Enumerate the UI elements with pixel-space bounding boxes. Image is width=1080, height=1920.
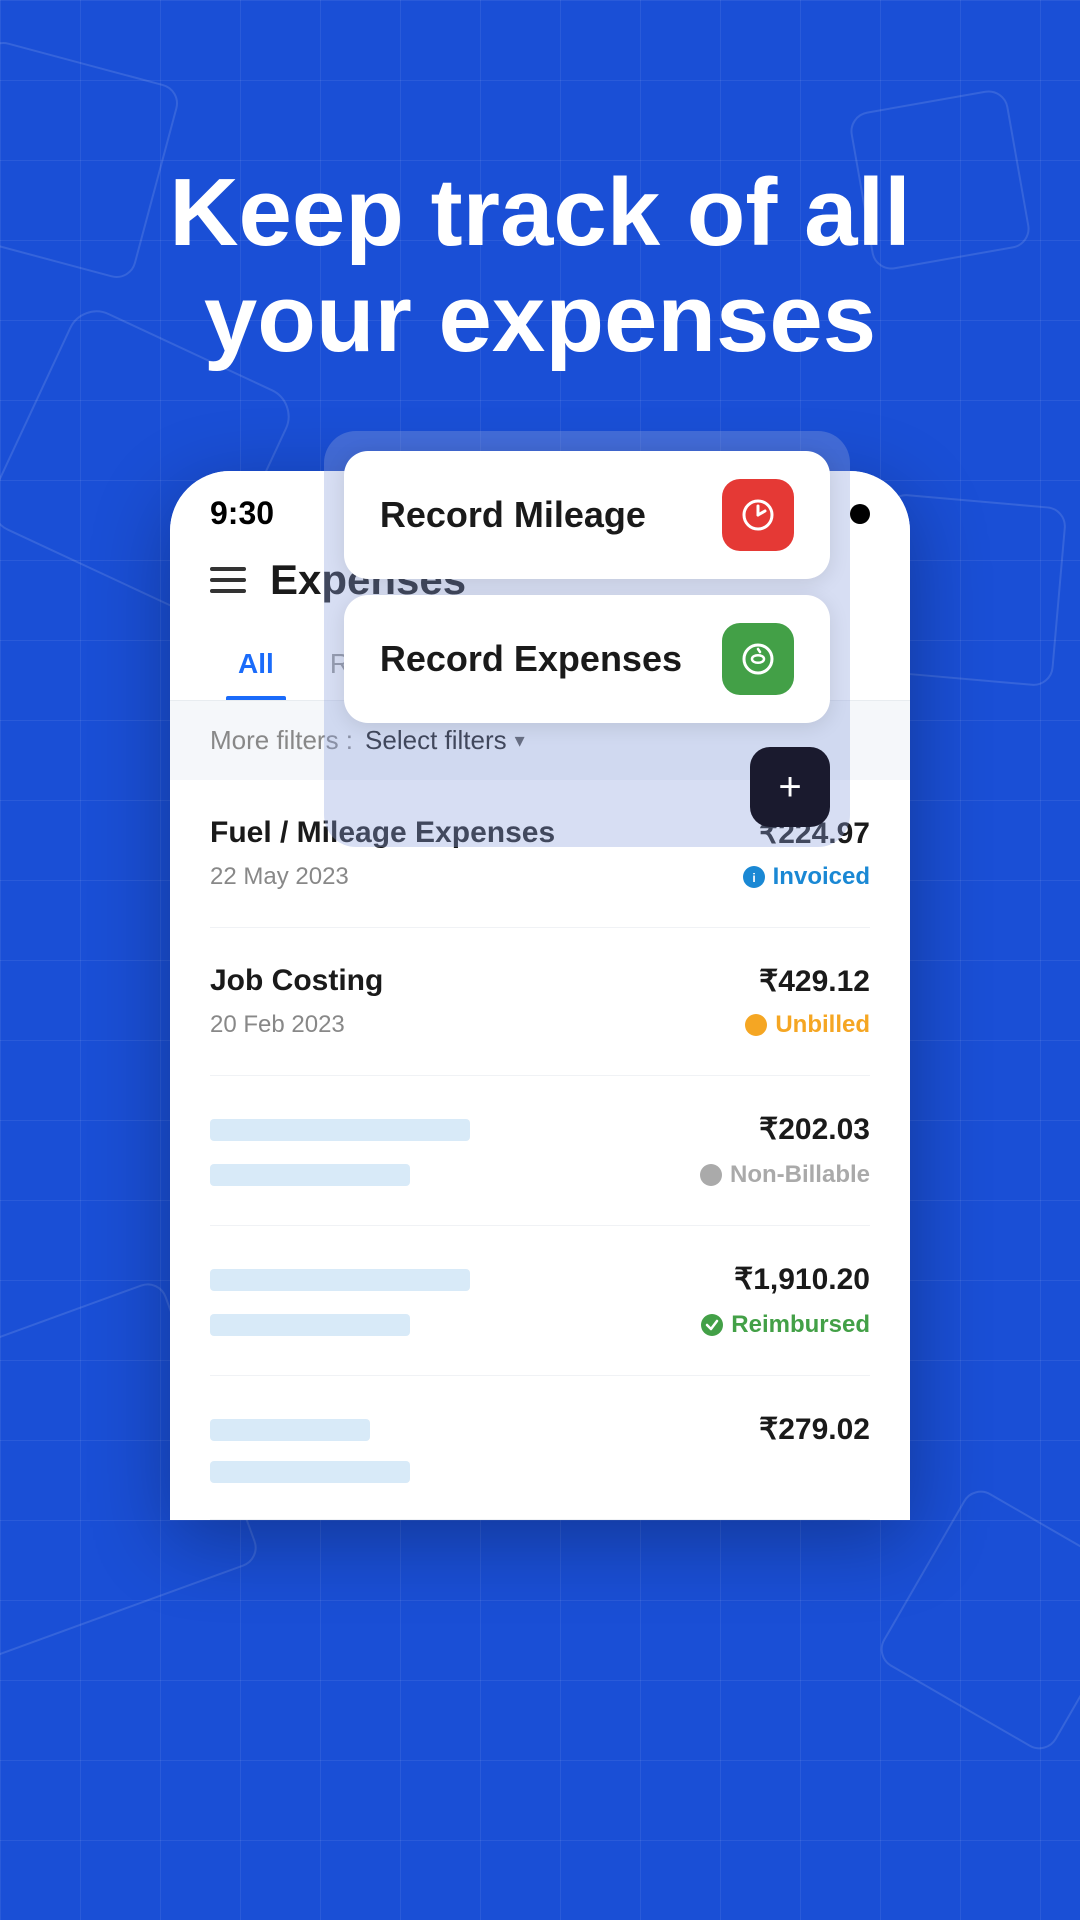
record-mileage-card[interactable]: Record Mileage bbox=[344, 451, 830, 579]
skeleton-name-2 bbox=[210, 1269, 470, 1291]
fab-add-button[interactable]: + bbox=[750, 747, 830, 827]
skeleton-amount-2: ₹1,910.20 bbox=[734, 1262, 870, 1297]
skeleton-amount-3: ₹279.02 bbox=[759, 1412, 870, 1447]
mileage-icon bbox=[722, 479, 794, 551]
nonbillable-dot-icon bbox=[700, 1164, 722, 1186]
record-expenses-card[interactable]: Record Expenses bbox=[344, 595, 830, 723]
expense-amount-job: ₹429.12 bbox=[759, 964, 870, 999]
tab-all[interactable]: All bbox=[210, 628, 302, 700]
reimbursed-dot-icon bbox=[701, 1314, 723, 1336]
skeleton-date-1 bbox=[210, 1164, 410, 1186]
hamburger-menu-icon[interactable] bbox=[210, 567, 246, 593]
hero-section: Keep track of all your expenses bbox=[0, 0, 1080, 431]
skeleton-status-1: Non-Billable bbox=[700, 1161, 870, 1189]
svg-text:i: i bbox=[752, 871, 755, 885]
expense-date-job: 20 Feb 2023 bbox=[210, 1011, 345, 1039]
expenses-icon bbox=[722, 623, 794, 695]
status-camera-dot bbox=[850, 504, 870, 524]
skeleton-status-2: Reimbursed bbox=[701, 1311, 870, 1339]
record-mileage-label: Record Mileage bbox=[380, 494, 646, 536]
record-expenses-label: Record Expenses bbox=[380, 638, 682, 680]
expense-list: Fuel / Mileage Expenses ₹224.97 22 May 2… bbox=[170, 780, 910, 1520]
hero-title: Keep track of all your expenses bbox=[80, 160, 1000, 371]
popup-overlay: Record Mileage Record Expenses bbox=[324, 431, 850, 847]
skeleton-name-3 bbox=[210, 1419, 370, 1441]
expense-date-fuel: 22 May 2023 bbox=[210, 863, 349, 891]
expense-name-job: Job Costing bbox=[210, 964, 383, 998]
skeleton-item-3: ₹279.02 bbox=[210, 1376, 870, 1520]
phone-area: Record Mileage Record Expenses bbox=[0, 471, 1080, 1520]
invoiced-dot-icon: i bbox=[743, 866, 765, 888]
skeleton-name-1 bbox=[210, 1119, 470, 1141]
expense-status-fuel: i Invoiced bbox=[743, 863, 870, 891]
status-time: 9:30 bbox=[210, 495, 274, 532]
expense-status-job: Unbilled bbox=[745, 1011, 870, 1039]
skeleton-date-3 bbox=[210, 1461, 410, 1483]
skeleton-item-1: ₹202.03 Non-Billable bbox=[210, 1076, 870, 1226]
skeleton-date-2 bbox=[210, 1314, 410, 1336]
expense-item-job[interactable]: Job Costing ₹429.12 20 Feb 2023 Unbilled bbox=[210, 928, 870, 1076]
skeleton-item-2: ₹1,910.20 Reimbursed bbox=[210, 1226, 870, 1376]
skeleton-amount-1: ₹202.03 bbox=[759, 1112, 870, 1147]
unbilled-dot-icon bbox=[745, 1014, 767, 1036]
